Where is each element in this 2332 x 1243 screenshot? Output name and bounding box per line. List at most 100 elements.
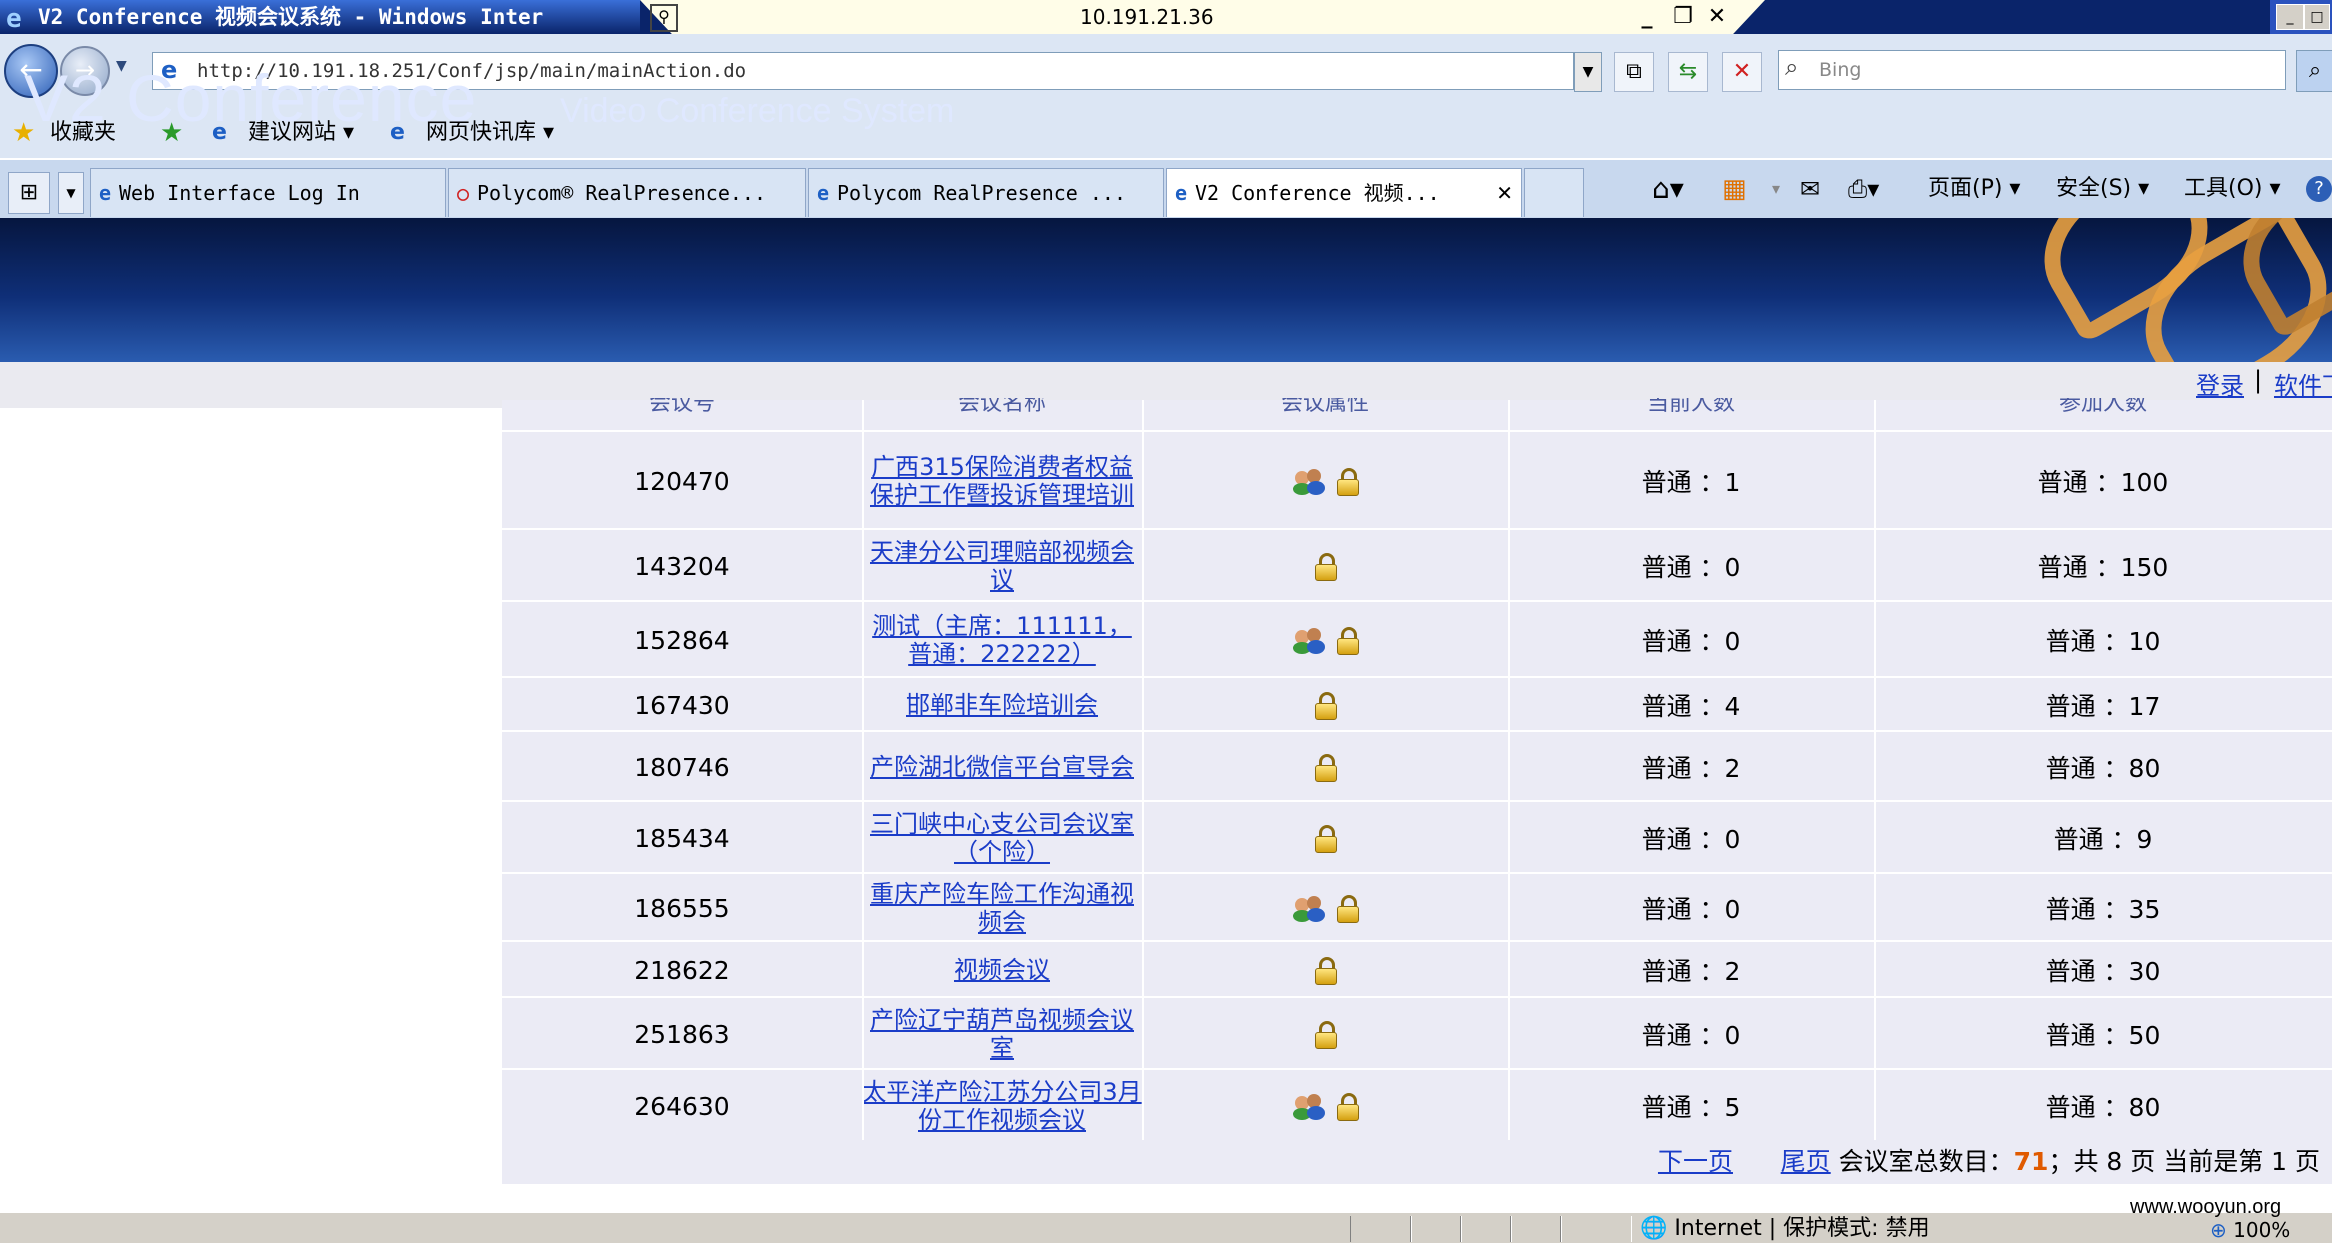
conference-name-link[interactable]: 广西315保险消费者权益保护工作暨投诉管理培训	[862, 453, 1142, 509]
max-participants: 普通 ：17	[2045, 692, 2161, 721]
new-tab-button[interactable]	[1524, 168, 1584, 217]
zoom-level: 100%	[2233, 1218, 2291, 1242]
current-participants: 普通 ：2	[1641, 957, 1741, 986]
tab-v2-conference[interactable]: e V2 Conference 视频... ✕	[1166, 168, 1522, 217]
safety-menu[interactable]: 安全(S) ▾	[2056, 168, 2149, 210]
column-divider	[1874, 400, 1876, 1140]
home-icon[interactable]: ⌂▾	[1652, 168, 1684, 210]
table-row: 152864 测试（主席：111111，普通：222222） 普通 ：0 普通 ：10	[502, 600, 2332, 678]
header-total-count: 参加人数	[2058, 398, 2147, 416]
conference-attributes	[1142, 998, 1508, 1070]
refresh-icon[interactable]: ⇆	[1668, 52, 1708, 92]
software-download-link[interactable]: 软件下	[2274, 366, 2332, 401]
group-participants-icon	[1293, 1092, 1327, 1120]
remote-close-button[interactable]: ✕	[1700, 2, 1734, 32]
pin-icon[interactable]: ⚲	[650, 4, 678, 32]
compat-view-icon[interactable]: ⧉	[1614, 52, 1654, 92]
current-participants: 普通 ：0	[1641, 553, 1741, 582]
current-participants: 普通 ：0	[1641, 627, 1741, 656]
conference-id: 120470	[634, 466, 730, 496]
tab-label: Web Interface Log In	[119, 181, 360, 205]
conference-attributes	[1142, 1070, 1508, 1142]
room-total-label: 会议室总数目：	[1838, 1147, 2014, 1176]
conference-attributes	[1142, 678, 1508, 732]
print-icon[interactable]: ⎙▾	[1848, 168, 1879, 210]
table-row: 264630 太平洋产险江苏分公司3月份工作视频会议 普通 ：5 普通 ：80	[502, 1068, 2332, 1142]
lock-icon	[1315, 825, 1337, 853]
table-row: 143204 天津分公司理赔部视频会议 普通 ：0 普通 ：150	[502, 528, 2332, 602]
site-banner	[0, 218, 2332, 362]
conference-attributes	[1142, 732, 1508, 802]
status-cell	[1560, 1216, 1632, 1242]
header-current-count: 当前人数	[1646, 398, 1735, 416]
maximize-button[interactable]: □	[2304, 4, 2330, 30]
remote-minimize-button[interactable]: _	[1630, 2, 1664, 32]
search-box[interactable]: ⌕ Bing	[1778, 50, 2286, 90]
feeds-dropdown-icon[interactable]: ▾	[1772, 168, 1780, 210]
address-dropdown-button[interactable]: ▼	[1574, 52, 1602, 92]
conference-name-link[interactable]: 产险湖北微信平台宣导会	[870, 753, 1134, 781]
lock-icon	[1315, 1021, 1337, 1049]
group-participants-icon	[1293, 626, 1327, 654]
lock-icon	[1337, 895, 1359, 923]
page-menu[interactable]: 页面(P) ▾	[1928, 168, 2020, 210]
tab-label: Polycom® RealPresence...	[477, 181, 766, 205]
conference-name-link[interactable]: 视频会议	[954, 956, 1050, 984]
header-conf-id: 会议号	[648, 398, 715, 416]
lock-icon	[1315, 692, 1337, 720]
nav-separator: |	[2254, 366, 2263, 394]
conference-name-link[interactable]: 三门峡中心支公司会议室（个险）	[862, 810, 1142, 866]
mail-icon[interactable]: ✉	[1800, 168, 1820, 210]
conference-id: 264630	[634, 1091, 730, 1121]
feeds-icon[interactable]: ▦	[1722, 168, 1747, 210]
stop-icon[interactable]: ✕	[1722, 52, 1762, 92]
lock-icon	[1337, 627, 1359, 655]
tab-list-dropdown-icon[interactable]: ▼	[58, 172, 84, 214]
tab-polycom-1[interactable]: ○ Polycom® RealPresence...	[448, 168, 806, 217]
status-cell	[1350, 1216, 1412, 1242]
conference-name-link[interactable]: 重庆产险车险工作沟通视频会	[862, 880, 1142, 936]
lock-icon	[1337, 1093, 1359, 1121]
remote-restore-button[interactable]: ❐	[1666, 2, 1700, 32]
max-participants: 普通 ：9	[2053, 825, 2153, 854]
next-page-link[interactable]: 下一页	[1658, 1147, 1733, 1176]
watermark: www.wooyun.org	[2130, 1196, 2282, 1218]
conference-name-link[interactable]: 太平洋产险江苏分公司3月份工作视频会议	[862, 1078, 1142, 1134]
tab-web-interface[interactable]: e Web Interface Log In	[90, 168, 446, 217]
search-button[interactable]: ⌕	[2296, 50, 2332, 92]
security-zone[interactable]: 🌐 Internet | 保护模式: 禁用	[1640, 1216, 1930, 1242]
ie-logo-icon: e	[6, 4, 22, 34]
lock-icon	[1337, 468, 1359, 496]
tab-polycom-2[interactable]: e Polycom RealPresence ...	[808, 168, 1164, 217]
tools-menu[interactable]: 工具(O) ▾	[2184, 168, 2281, 210]
close-tab-icon[interactable]: ✕	[1496, 169, 1513, 217]
security-zone-label: Internet | 保护模式: 禁用	[1674, 1216, 1930, 1241]
minimize-button[interactable]: _	[2276, 4, 2304, 30]
lock-icon	[1315, 553, 1337, 581]
current-participants: 普通 ：0	[1641, 895, 1741, 924]
conference-name-link[interactable]: 产险辽宁葫芦岛视频会议室	[862, 1006, 1142, 1062]
conference-id: 185434	[634, 823, 730, 853]
conference-attributes	[1142, 802, 1508, 874]
login-link[interactable]: 登录	[2196, 366, 2244, 401]
conference-name-link[interactable]: 测试（主席：111111，普通：222222）	[862, 612, 1142, 668]
help-icon[interactable]: ?	[2306, 176, 2332, 202]
banner-subtitle: Video Conference System	[560, 92, 955, 130]
tab-label: V2 Conference 视频...	[1195, 181, 1440, 205]
quick-tabs-icon[interactable]: ⊞	[8, 172, 50, 214]
table-row: 218622 视频会议 普通 ：2 普通 ：30	[502, 940, 2332, 998]
page-info: ；共 8 页 当前是第 1 页	[2048, 1147, 2320, 1176]
last-page-link[interactable]: 尾页	[1781, 1147, 1831, 1176]
window-title-text: V2 Conference 视频会议系统 - Windows Inter	[38, 5, 544, 29]
current-participants: 普通 ：5	[1641, 1093, 1741, 1122]
zoom-control[interactable]: ⊕ 100%	[2210, 1218, 2290, 1242]
group-participants-icon	[1293, 894, 1327, 922]
polycom-icon: ○	[456, 181, 470, 205]
max-participants: 普通 ：80	[2045, 754, 2161, 783]
column-divider	[1142, 400, 1144, 1140]
max-participants: 普通 ：50	[2045, 1021, 2161, 1050]
conference-name-link[interactable]: 天津分公司理赔部视频会议	[862, 538, 1142, 594]
conference-id: 152864	[634, 625, 730, 655]
conference-name-link[interactable]: 邯郸非车险培训会	[906, 691, 1098, 719]
conference-id: 143204	[634, 551, 730, 581]
